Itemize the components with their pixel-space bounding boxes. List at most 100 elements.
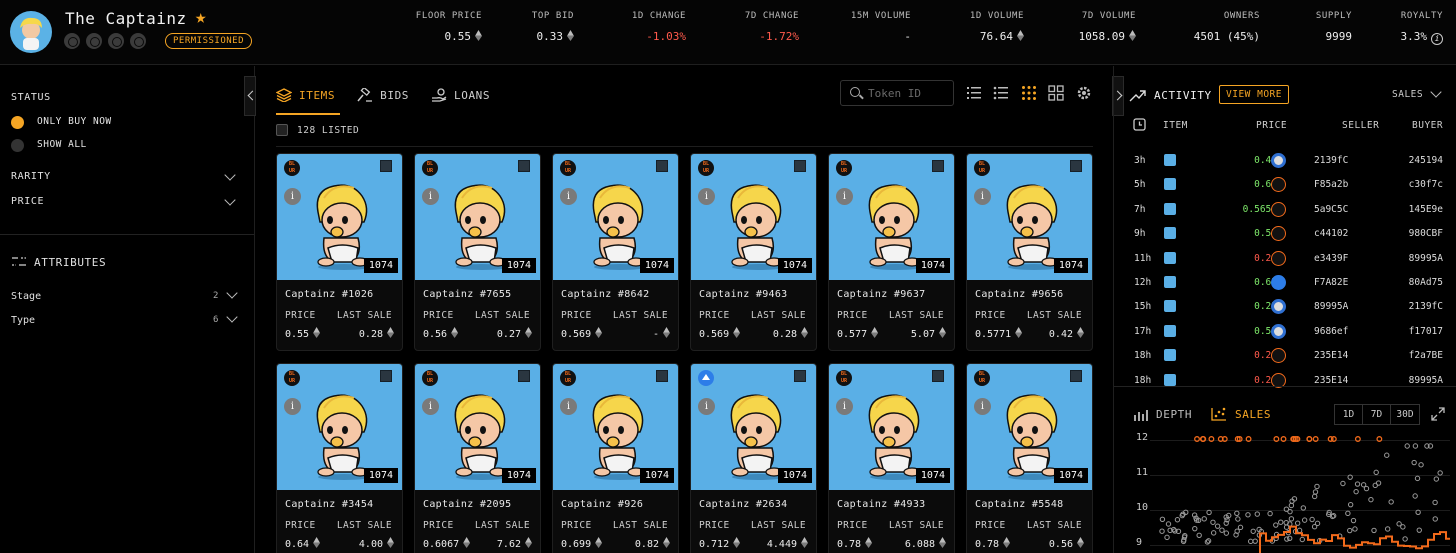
token-search[interactable] bbox=[840, 80, 954, 106]
seller-address[interactable]: c44102 bbox=[1314, 228, 1348, 239]
range-30d[interactable]: 30D bbox=[1391, 405, 1419, 424]
activity-row[interactable]: 17h 0.55 9686ef f17017 bbox=[1114, 321, 1456, 345]
info-icon[interactable]: i bbox=[836, 398, 853, 415]
select-checkbox[interactable] bbox=[794, 160, 806, 172]
info-icon[interactable]: i bbox=[836, 188, 853, 205]
buyer-address[interactable]: 89995A bbox=[1409, 253, 1443, 264]
info-icon[interactable]: i bbox=[422, 188, 439, 205]
sales-filter-dropdown[interactable]: SALES bbox=[1392, 89, 1423, 100]
buyer-address[interactable]: f2a7BE bbox=[1409, 350, 1443, 361]
sale-point[interactable] bbox=[1311, 493, 1318, 500]
sale-point[interactable] bbox=[1312, 436, 1319, 442]
sale-point[interactable] bbox=[1280, 436, 1287, 442]
sale-point[interactable] bbox=[1363, 485, 1370, 492]
info-icon[interactable]: i bbox=[422, 398, 439, 415]
option-only-buy-now[interactable]: ONLY BUY NOW bbox=[37, 116, 112, 127]
sale-point[interactable] bbox=[1174, 517, 1181, 523]
nft-card[interactable]: BL UR i 1074 Captainz #9463 PRICE LAST SALE 0.5… bbox=[690, 153, 817, 351]
favorite-star-icon[interactable]: ★ bbox=[195, 6, 206, 28]
sale-point[interactable] bbox=[1214, 523, 1221, 529]
sale-point[interactable] bbox=[1330, 436, 1337, 442]
sale-point[interactable] bbox=[1284, 536, 1290, 542]
select-checkbox[interactable] bbox=[1070, 160, 1082, 172]
info-icon[interactable]: i bbox=[560, 398, 577, 415]
nft-card[interactable]: BL UR i 1074 Captainz #1026 PRICE LAST SALE 0.5… bbox=[276, 153, 403, 351]
buyer-address[interactable]: c30f7c bbox=[1409, 179, 1443, 190]
sale-point[interactable] bbox=[1210, 530, 1217, 536]
seller-address[interactable]: 9686ef bbox=[1314, 326, 1348, 337]
nft-card[interactable]: BL UR i 1074 Captainz #7655 PRICE LAST SALE 0.5… bbox=[414, 153, 541, 351]
sale-point[interactable] bbox=[1196, 532, 1202, 538]
sale-point[interactable] bbox=[1309, 516, 1315, 523]
sale-point[interactable] bbox=[1345, 510, 1351, 517]
select-checkbox[interactable] bbox=[380, 370, 392, 382]
select-checkbox[interactable] bbox=[1070, 370, 1082, 382]
item-thumbnail[interactable] bbox=[1164, 251, 1176, 264]
sale-point[interactable] bbox=[1376, 436, 1383, 442]
sale-point[interactable] bbox=[1237, 524, 1244, 531]
sale-point[interactable] bbox=[1278, 519, 1284, 525]
select-checkbox[interactable] bbox=[518, 160, 530, 172]
range-7d[interactable]: 7D bbox=[1363, 405, 1391, 424]
sale-point[interactable] bbox=[1201, 516, 1207, 522]
grid-small-view-icon[interactable] bbox=[1021, 85, 1037, 101]
sale-point[interactable] bbox=[1354, 436, 1361, 442]
sale-point[interactable] bbox=[1354, 481, 1361, 487]
info-icon[interactable]: i bbox=[284, 188, 301, 205]
range-1d[interactable]: 1D bbox=[1335, 405, 1363, 424]
activity-row[interactable]: 3h 0.40 2139fC 245194 bbox=[1114, 150, 1456, 174]
sale-point[interactable] bbox=[1411, 459, 1417, 466]
price-filter[interactable]: PRICE bbox=[11, 196, 44, 207]
etherscan-icon[interactable] bbox=[108, 33, 124, 49]
item-thumbnail[interactable] bbox=[1164, 154, 1176, 166]
token-id-input[interactable] bbox=[868, 85, 948, 102]
sale-point[interactable] bbox=[1283, 524, 1290, 530]
sale-point[interactable] bbox=[1404, 443, 1410, 449]
select-checkbox[interactable] bbox=[932, 160, 944, 172]
seller-address[interactable]: F7A82E bbox=[1314, 277, 1348, 288]
sale-point[interactable] bbox=[1219, 527, 1225, 533]
nft-card[interactable]: BL UR i 1074 Captainz #5548 PRICE LAST SALE 0.7… bbox=[966, 363, 1093, 553]
activity-row[interactable]: 5h 0.68 F85a2b c30f7c bbox=[1114, 174, 1456, 198]
sale-point[interactable] bbox=[1234, 510, 1240, 517]
sale-point[interactable] bbox=[1412, 443, 1419, 449]
activity-row[interactable]: 12h 0.65 F7A82E 80Ad75 bbox=[1114, 272, 1456, 296]
buyer-address[interactable]: 89995A bbox=[1409, 375, 1443, 386]
collection-avatar[interactable] bbox=[10, 11, 52, 53]
sale-point[interactable] bbox=[1432, 499, 1438, 506]
sale-point[interactable] bbox=[1368, 496, 1374, 503]
opensea-icon[interactable] bbox=[86, 33, 102, 49]
info-icon[interactable]: i bbox=[1431, 33, 1443, 45]
info-icon[interactable]: i bbox=[974, 188, 991, 205]
sale-point[interactable] bbox=[1192, 525, 1198, 532]
radio-show-all[interactable] bbox=[11, 139, 24, 152]
chevron-down-icon[interactable] bbox=[226, 311, 238, 323]
sale-point[interactable] bbox=[1353, 488, 1359, 495]
buyer-address[interactable]: 80Ad75 bbox=[1409, 277, 1443, 288]
activity-row[interactable]: 15h 0.25 89995A 2139fC bbox=[1114, 296, 1456, 320]
settings-gear-icon[interactable] bbox=[1076, 85, 1092, 101]
seller-address[interactable]: 235E14 bbox=[1314, 375, 1348, 386]
sale-point[interactable] bbox=[1373, 469, 1379, 476]
activity-row[interactable]: 9h 0.55 c44102 980CBF bbox=[1114, 223, 1456, 247]
sale-point[interactable] bbox=[1414, 475, 1421, 482]
sale-point[interactable] bbox=[1396, 521, 1402, 527]
sale-point[interactable] bbox=[1210, 519, 1216, 525]
sale-point[interactable] bbox=[1314, 483, 1320, 490]
sale-point[interactable] bbox=[1247, 538, 1254, 545]
sale-point[interactable] bbox=[1402, 536, 1408, 542]
sale-point[interactable] bbox=[1267, 510, 1273, 517]
sale-point[interactable] bbox=[1206, 509, 1212, 516]
sale-point[interactable] bbox=[1312, 489, 1319, 495]
sale-point[interactable] bbox=[1245, 512, 1251, 518]
sale-point[interactable] bbox=[1416, 527, 1422, 533]
sale-point[interactable] bbox=[1433, 476, 1440, 482]
activity-row[interactable]: 18h 0.28 235E14 f2a7BE bbox=[1114, 345, 1456, 369]
sale-point[interactable] bbox=[1164, 534, 1170, 541]
sale-point[interactable] bbox=[1235, 516, 1241, 522]
sale-point[interactable] bbox=[1311, 524, 1318, 530]
select-checkbox[interactable] bbox=[794, 370, 806, 382]
sale-point[interactable] bbox=[1347, 501, 1354, 508]
sale-point[interactable] bbox=[1301, 517, 1308, 523]
sale-point[interactable] bbox=[1204, 539, 1211, 545]
